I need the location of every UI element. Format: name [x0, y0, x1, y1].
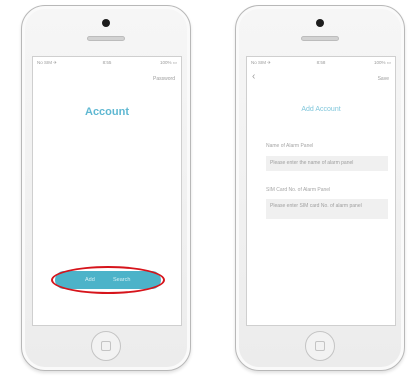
- status-bar: No SIM ✈ 8:55 100% ▭: [33, 57, 181, 69]
- phone-left: No SIM ✈ 8:55 100% ▭ Password Account Ad…: [21, 5, 191, 371]
- camera-icon: [102, 19, 110, 27]
- speaker-icon: [87, 36, 125, 41]
- phone-right: No SIM ✈ 8:58 100% ▭ ‹ Save Add Account …: [235, 5, 405, 371]
- speaker-icon: [301, 36, 339, 41]
- status-battery: 100% ▭: [159, 60, 177, 65]
- camera-icon: [316, 19, 324, 27]
- status-bar: No SIM ✈ 8:58 100% ▭: [247, 57, 395, 69]
- alarm-name-field[interactable]: Please enter the name of alarm panel: [266, 156, 388, 171]
- home-square-icon: [101, 341, 111, 351]
- status-time: 8:58: [316, 60, 326, 65]
- home-button-icon[interactable]: [305, 331, 335, 361]
- home-button-icon[interactable]: [91, 331, 121, 361]
- status-battery: 100% ▭: [373, 60, 391, 65]
- sim-card-label: SIM Card No. of Alarm Panel: [266, 187, 331, 193]
- home-square-icon: [315, 341, 325, 351]
- alarm-name-label: Name of Alarm Panel: [266, 143, 314, 149]
- password-link[interactable]: Password: [153, 76, 175, 82]
- account-screen: No SIM ✈ 8:55 100% ▭ Password Account Ad…: [32, 56, 182, 326]
- status-time: 8:55: [102, 60, 112, 65]
- page-title: Account: [85, 106, 129, 118]
- add-account-screen: No SIM ✈ 8:58 100% ▭ ‹ Save Add Account …: [246, 56, 396, 326]
- save-button[interactable]: Save: [378, 76, 389, 82]
- sim-card-field[interactable]: Please enter SIM card No. of alarm panel: [266, 199, 388, 219]
- page-title: Add Account: [301, 106, 341, 113]
- back-icon[interactable]: ‹: [252, 72, 255, 82]
- highlight-ellipse: [51, 266, 165, 294]
